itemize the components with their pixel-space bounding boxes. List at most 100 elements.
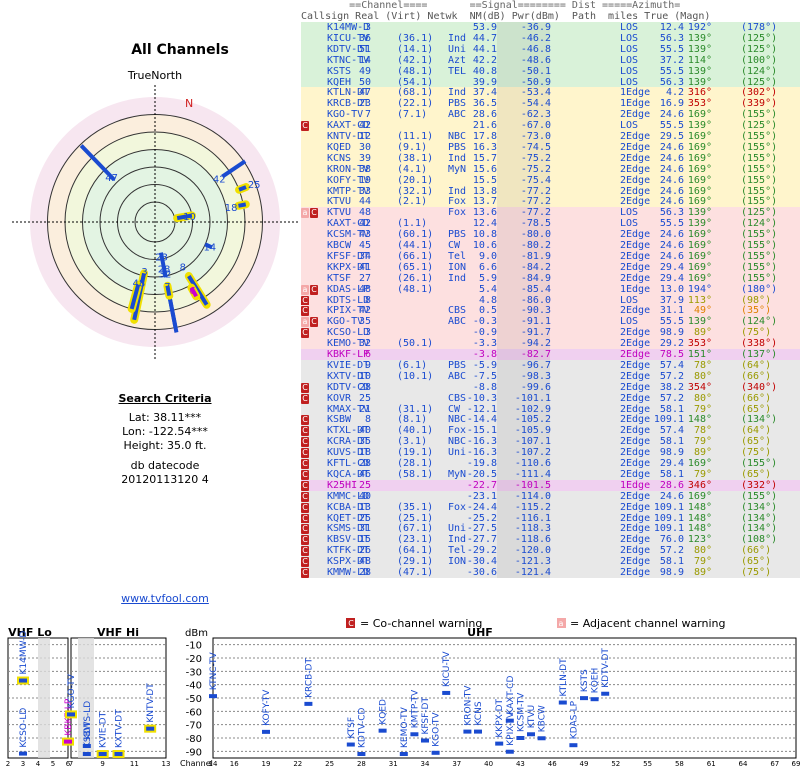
cell-pwr: -77.2: [520, 185, 551, 197]
cell-real: 27: [358, 272, 371, 284]
cell-virt: (20.1): [397, 174, 434, 186]
x-tick-label: 34: [421, 760, 430, 768]
table-row: KEMO-TV 32 (50.1) -3.3 -94.2 2Edge 29.2 353° (33…: [301, 338, 800, 350]
cell-virt: (28.1): [397, 458, 434, 469]
cell-mag: (155°): [741, 196, 778, 208]
cell-az: 114°: [687, 54, 712, 66]
cell-virt: (65.1): [397, 261, 434, 273]
cell-pwr: -80.0: [520, 229, 551, 241]
point-label: KCNS: [474, 701, 484, 725]
cell-real: 28: [358, 458, 371, 469]
table-row: KDTV-DT 51 (14.1) Uni 44.1 -46.8 LOS 55.5 139° (1…: [301, 43, 800, 55]
cell-az: 192°: [687, 22, 712, 33]
cell-pwr: -46.8: [520, 43, 551, 55]
cell-nm: 13.6: [472, 207, 497, 219]
x-tick-label: 16: [230, 760, 239, 768]
cell-nm: -22.7: [466, 479, 497, 491]
cell-real: 48: [358, 207, 371, 219]
point-label: KFSF-DT: [421, 697, 431, 735]
cell-nm: 15.6: [472, 163, 497, 175]
cell-nm: -29.2: [466, 545, 497, 557]
cell-real: 39: [358, 152, 371, 164]
vhf-lo-panel-title: VHF Lo: [8, 626, 52, 639]
data-point: [378, 728, 387, 733]
cell-nm: -3.3: [472, 338, 497, 350]
cell-mag: (155°): [741, 240, 778, 251]
cell-nm: -27.5: [466, 523, 497, 535]
point-label: KDTV-DT: [601, 648, 611, 688]
cell-pwr: -62.3: [520, 109, 551, 121]
cell-virt: (50.1): [397, 338, 434, 350]
station-label: 6: [189, 286, 195, 297]
co-channel-warning-icon: C: [301, 121, 309, 132]
cell-az: 316°: [687, 87, 712, 99]
y-tick-label: -60: [186, 707, 202, 718]
cell-pwr: -75.2: [520, 163, 551, 175]
x-tick-label: 5: [51, 760, 55, 768]
station-label: 47: [105, 173, 118, 184]
cell-pwr: -121.4: [514, 567, 551, 578]
co-channel-warning-icon: C: [301, 502, 309, 513]
data-point: [527, 732, 535, 737]
cell-nm: 36.5: [472, 98, 497, 110]
cell-nm: 44.1: [472, 43, 497, 55]
co-channel-warning-icon: C: [301, 480, 309, 491]
cell-real: 42: [358, 218, 371, 230]
cell-virt: (19.1): [397, 447, 434, 459]
cell-nm: -30.4: [466, 556, 497, 568]
cell-pwr: -105.2: [514, 414, 551, 426]
point-label: KTVU: [527, 705, 537, 728]
cell-mag: (35°): [741, 305, 772, 317]
table-row: KFSF-DT 34 (66.1) Tel 9.0 -81.9 2Edge 24.6 169°(…: [301, 250, 800, 262]
cell-real: 35: [358, 316, 371, 328]
north-marker: N: [185, 97, 193, 110]
cell-virt: (44.1): [397, 240, 434, 251]
cell-path: LOS: [620, 207, 639, 219]
table-row: C KAXT-CD 42 21.6 -67.0 LOS 55.5 139° (125°): [301, 120, 800, 132]
station-label: 18: [225, 203, 238, 214]
cell-az: 79°: [693, 436, 712, 448]
point-label: KDAS-LP: [569, 700, 579, 739]
cell-nm: 5.4: [478, 283, 497, 295]
cell-virt: (3.1): [397, 436, 428, 448]
data-point: [442, 690, 451, 695]
cell-mag: (155°): [741, 272, 778, 284]
table-row: KICU-TV 36 (36.1) Ind 44.7 -46.2 LOS 56.3 139° (1…: [301, 32, 800, 44]
cell-real: 19: [358, 174, 371, 186]
cell-nm: -23.1: [466, 490, 497, 502]
cell-mag: (75°): [741, 447, 772, 459]
cell-az: 354°: [687, 381, 712, 393]
cell-mag: (338°): [741, 338, 778, 350]
site-link[interactable]: www.tvfool.com: [90, 592, 240, 605]
cell-real: 41: [358, 261, 371, 273]
data-point: [569, 743, 578, 748]
table-row: C KTXL-DT 40 (40.1) Fox -15.1 -105.9 2Edge 57.4 7…: [301, 425, 800, 437]
cell-mag: (302°): [741, 87, 778, 99]
cell-nm: 13.8: [472, 185, 497, 197]
vhf-lo-band-shade: [38, 638, 50, 758]
uhf-panel-title: UHF: [467, 626, 493, 639]
cell-pwr: -102.9: [514, 403, 551, 415]
y-tick-label: -90: [186, 747, 202, 758]
cell-nm: 5.9: [478, 272, 497, 284]
station-label: 8: [180, 263, 186, 274]
x-tick-label: 40: [484, 760, 493, 768]
cell-mag: (125°): [741, 207, 778, 219]
cell-pwr: -114.0: [514, 490, 551, 502]
cell-az: 80°: [693, 392, 712, 404]
data-point: [19, 678, 27, 683]
uhf-panel: [212, 637, 797, 759]
cell-mag: (155°): [741, 490, 778, 502]
data-point: [474, 729, 482, 734]
cell-pwr: -54.4: [520, 98, 551, 110]
co-channel-legend-label: = Co-channel warning: [360, 617, 482, 630]
table-row: C KSPX-DT 48 (29.1) ION -30.4 -121.3 2Edge 58.1 7…: [301, 556, 800, 568]
table-row: KBKF-LP 6 -3.8 -82.7 2Edge 78.5 151° (137°): [301, 349, 800, 360]
cell-az: 169°: [687, 131, 712, 142]
point-label: KICU-TV: [442, 651, 452, 687]
table-row: KQEH 50 (54.1) 39.9 -50.9 LOS 56.3 139° (125°): [301, 76, 800, 88]
cell-pwr: -98.3: [520, 370, 551, 382]
cell-nm: 44.7: [472, 32, 497, 44]
cell-mag: (66°): [741, 370, 772, 382]
x-tick-label: 13: [162, 760, 171, 768]
